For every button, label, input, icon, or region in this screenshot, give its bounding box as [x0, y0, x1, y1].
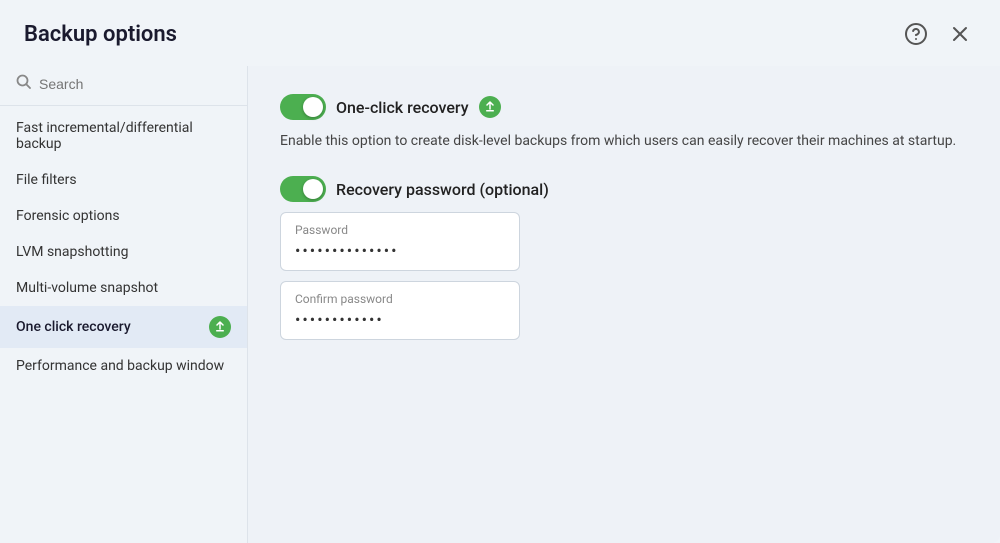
one-click-recovery-badge-icon — [479, 96, 501, 118]
sidebar-item-label: Multi-volume snapshot — [16, 280, 158, 296]
dialog-header: Backup options — [0, 0, 1000, 66]
help-button[interactable] — [900, 18, 932, 50]
confirm-password-label: Confirm password — [295, 292, 505, 306]
one-click-recovery-description: Enable this option to create disk-level … — [280, 130, 968, 152]
password-block[interactable]: Password •••••••••••••• — [280, 212, 520, 271]
backup-options-dialog: Backup options — [0, 0, 1000, 543]
sidebar-item-label: File filters — [16, 172, 77, 188]
main-content: One-click recovery Enable this option to… — [248, 66, 1000, 543]
confirm-password-value: •••••••••••• — [295, 310, 505, 329]
dialog-title: Backup options — [24, 22, 177, 47]
password-label: Password — [295, 223, 505, 237]
one-click-recovery-row: One-click recovery — [280, 94, 968, 120]
sidebar-item-performance-backup[interactable]: Performance and backup window — [0, 348, 247, 384]
recovery-password-row: Recovery password (optional) — [280, 176, 968, 202]
recovery-password-title: Recovery password (optional) — [336, 180, 549, 199]
sidebar-item-label: One click recovery — [16, 319, 131, 335]
recovery-password-toggle[interactable] — [280, 176, 326, 202]
confirm-password-block[interactable]: Confirm password •••••••••••• — [280, 281, 520, 340]
search-input[interactable] — [39, 76, 231, 92]
search-icon — [16, 74, 31, 93]
search-row — [0, 66, 247, 106]
sidebar-item-label: LVM snapshotting — [16, 244, 128, 260]
sidebar-item-fast-incremental[interactable]: Fast incremental/differential backup — [0, 110, 247, 162]
close-button[interactable] — [944, 18, 976, 50]
header-actions — [900, 18, 976, 50]
sidebar-item-one-click-recovery[interactable]: One click recovery — [0, 306, 247, 348]
one-click-recovery-title: One-click recovery — [336, 98, 469, 117]
sidebar-item-file-filters[interactable]: File filters — [0, 162, 247, 198]
one-click-recovery-toggle[interactable] — [280, 94, 326, 120]
dialog-body: Fast incremental/differential backup Fil… — [0, 66, 1000, 543]
sidebar-item-lvm-snapshotting[interactable]: LVM snapshotting — [0, 234, 247, 270]
sidebar-item-label: Fast incremental/differential backup — [16, 120, 231, 152]
password-section: Password •••••••••••••• Confirm password… — [280, 212, 968, 340]
sidebar-item-label: Forensic options — [16, 208, 120, 224]
sidebar-item-forensic-options[interactable]: Forensic options — [0, 198, 247, 234]
password-value: •••••••••••••• — [295, 241, 505, 260]
upload-badge-icon — [209, 316, 231, 338]
sidebar-item-multi-volume-snapshot[interactable]: Multi-volume snapshot — [0, 270, 247, 306]
sidebar-item-label: Performance and backup window — [16, 358, 224, 374]
sidebar: Fast incremental/differential backup Fil… — [0, 66, 248, 543]
